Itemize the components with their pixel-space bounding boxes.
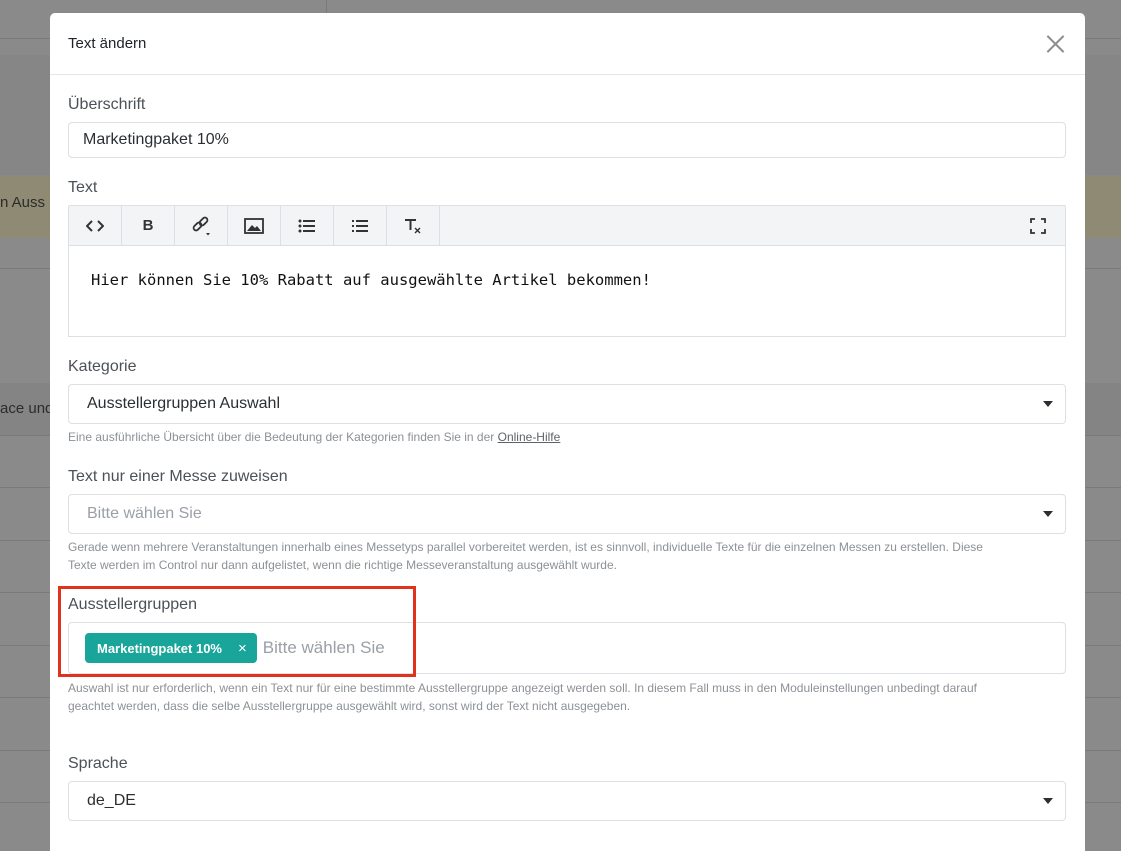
fair-help-line: Gerade wenn mehrere Veranstaltungen inne… (68, 540, 983, 554)
link-icon[interactable] (175, 206, 228, 245)
exhibitor-groups-help: Auswahl ist nur erforderlich, wenn ein T… (68, 679, 1068, 715)
modal-title: Text ändern (68, 35, 147, 52)
exhibitor-groups-help-line: Auswahl ist nur erforderlich, wenn ein T… (68, 681, 977, 695)
online-help-link[interactable]: Online-Hilfe (498, 430, 561, 444)
background-text-fragment: n Auss (0, 194, 46, 211)
language-label: Sprache (68, 755, 128, 772)
fair-help-line: Texte werden im Control nur dann aufgeli… (68, 558, 617, 572)
fair-label: Text nur einer Messe zuweisen (68, 468, 288, 485)
background-text-fragment: ace und (0, 400, 54, 417)
heading-input-value: Marketingpaket 10% (83, 131, 229, 148)
ordered-list-icon[interactable] (334, 206, 387, 245)
unordered-list-icon[interactable] (281, 206, 334, 245)
editor-toolbar: B (68, 205, 1066, 246)
fair-help: Gerade wenn mehrere Veranstaltungen inne… (68, 538, 1068, 574)
image-icon[interactable] (228, 206, 281, 245)
exhibitor-groups-help-line: geachtet werden, dass die selbe Ausstell… (68, 699, 631, 713)
language-select[interactable]: de_DE (68, 781, 1066, 821)
clear-format-icon[interactable] (387, 206, 440, 245)
code-icon[interactable] (69, 206, 122, 245)
fair-select[interactable]: Bitte wählen Sie (68, 494, 1066, 534)
heading-input[interactable]: Marketingpaket 10% (68, 122, 1066, 158)
chevron-down-icon (1043, 401, 1053, 407)
fullscreen-icon[interactable] (1011, 206, 1065, 245)
fair-select-placeholder: Bitte wählen Sie (87, 505, 202, 522)
modal-header: Text ändern (50, 13, 1085, 75)
category-help-text: Eine ausführliche Übersicht über die Bed… (68, 430, 495, 444)
text-editor[interactable]: Hier können Sie 10% Rabatt auf ausgewähl… (68, 246, 1066, 337)
chevron-down-icon (1043, 511, 1053, 517)
highlight-box (58, 586, 416, 677)
close-icon[interactable] (1043, 32, 1067, 56)
text-label: Text (68, 179, 98, 196)
category-label: Kategorie (68, 358, 137, 375)
category-select[interactable]: Ausstellergruppen Auswahl (68, 384, 1066, 424)
text-editor-content: Hier können Sie 10% Rabatt auf ausgewähl… (91, 271, 651, 289)
heading-label: Überschrift (68, 96, 146, 113)
edit-text-modal: Text ändern Überschrift Marketingpaket 1… (50, 13, 1085, 851)
category-select-value: Ausstellergruppen Auswahl (87, 395, 281, 412)
chevron-down-icon (1043, 798, 1053, 804)
language-select-value: de_DE (87, 792, 136, 809)
category-help: Eine ausführliche Übersicht über die Bed… (68, 428, 560, 446)
bold-button[interactable]: B (122, 206, 175, 245)
